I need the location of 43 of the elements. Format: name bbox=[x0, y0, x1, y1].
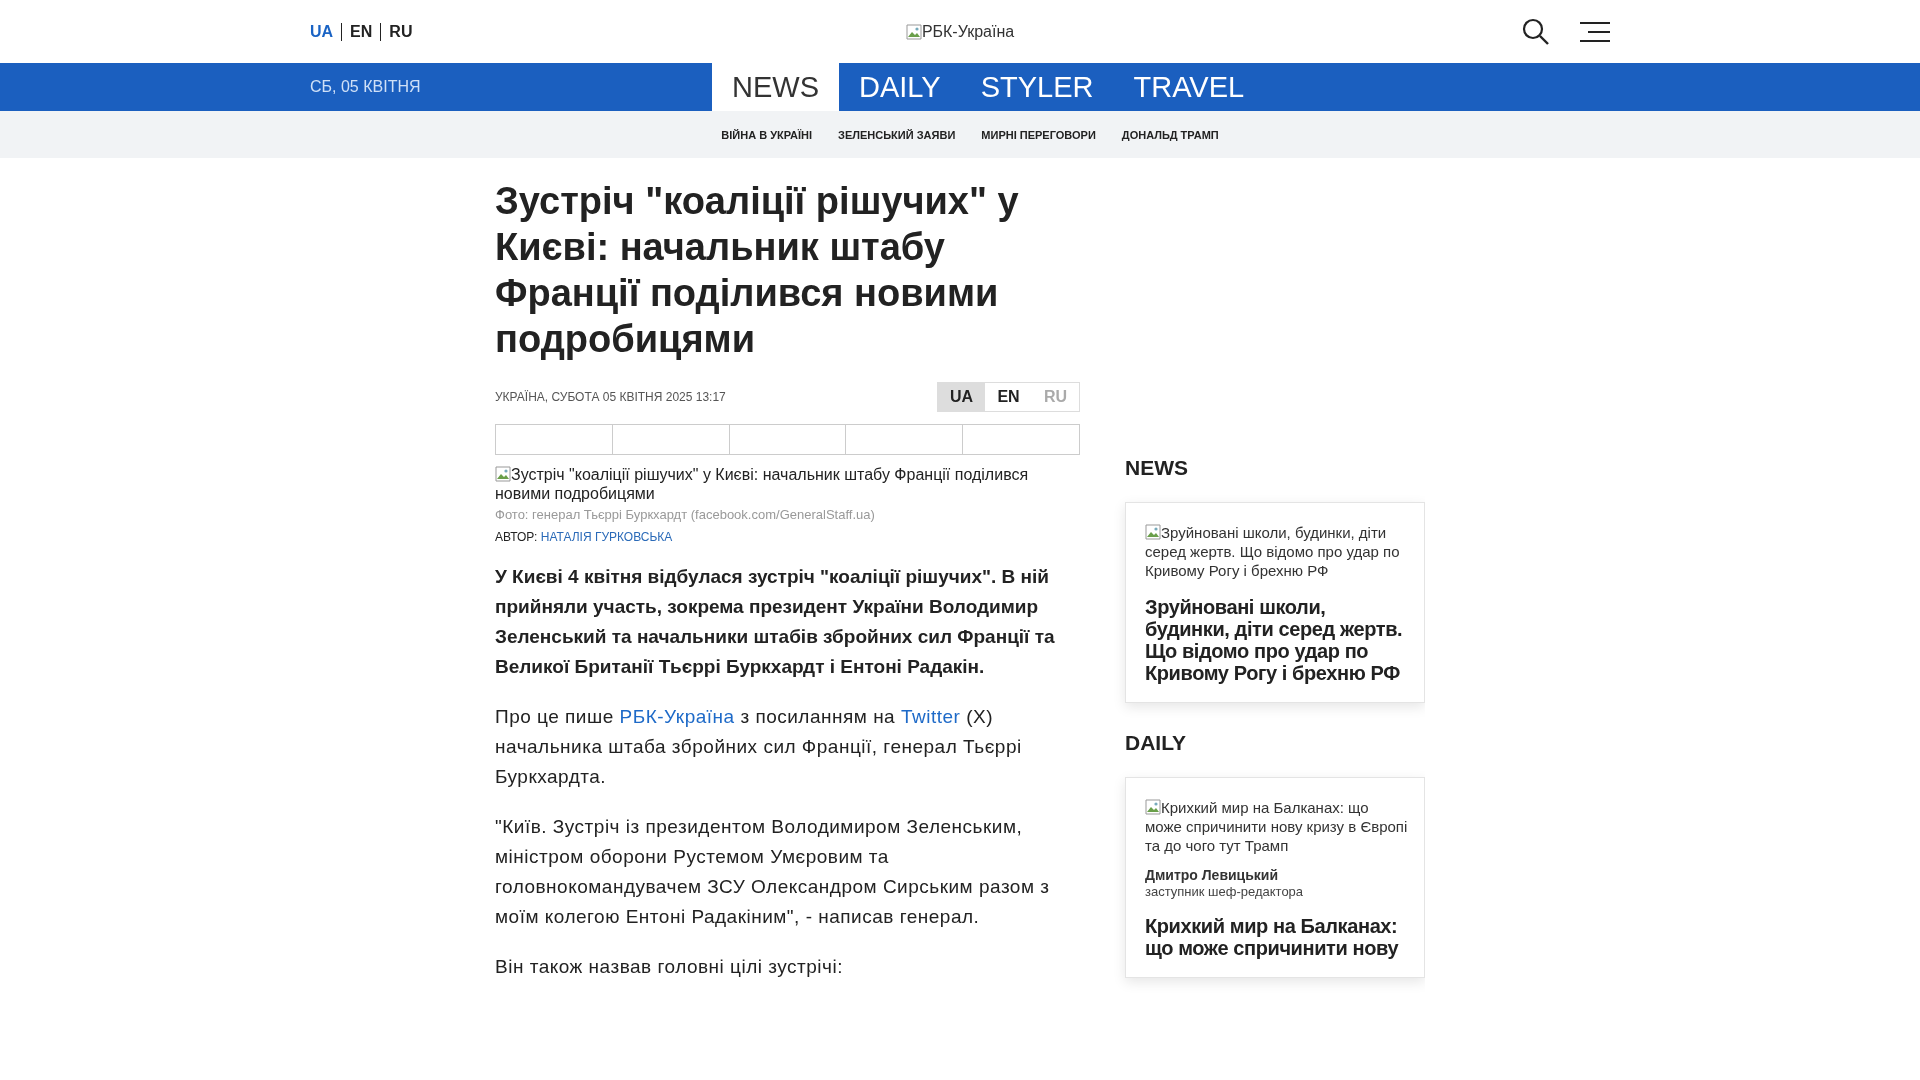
search-icon[interactable] bbox=[1522, 17, 1550, 46]
topic-link[interactable]: ВІЙНА В УКРАЇНІ bbox=[721, 128, 813, 141]
menu-icon[interactable] bbox=[1580, 20, 1610, 43]
broken-image-icon bbox=[1145, 524, 1161, 540]
topic-link[interactable]: ЗЕЛЕНСЬКИЙ ЗАЯВИ bbox=[838, 128, 956, 141]
language-button[interactable]: UA bbox=[938, 383, 985, 411]
language-link[interactable]: EN bbox=[341, 22, 381, 41]
author-role: заступник шеф-редактора bbox=[1145, 884, 1305, 899]
article-title: Зустріч "коаліції рішучих" у Києві: начальник штабу Франції поділився новими подробицями bbox=[495, 179, 1020, 362]
text-link[interactable]: Twitter bbox=[901, 706, 961, 727]
article-paragraph: "Київ. Зустріч із президентом Володимиром Зеленським, міністром оборони Рустемом Умєровим та головнокомандувачем ЗСУ Олександром Сирським разом з моїм колегою Ентоні Радакіним", - написав генерал. bbox=[495, 815, 1051, 929]
language-link[interactable]: RU bbox=[380, 22, 421, 41]
section-tab[interactable]: STYLER bbox=[960, 63, 1114, 111]
author-label: АВТОР: bbox=[495, 530, 538, 544]
section-tab[interactable]: DAILY bbox=[839, 63, 961, 111]
photo-caption: Фото: генерал Тьєррі Буркхардт (facebook.com/GeneralStaff.ua) bbox=[495, 507, 876, 522]
text-link[interactable]: РБК-Україна bbox=[619, 706, 735, 727]
logo-image[interactable]: РБК-Україна bbox=[905, 22, 1015, 41]
language-button[interactable]: EN bbox=[985, 383, 1032, 411]
language-link[interactable]: UA bbox=[310, 22, 342, 41]
topic-link[interactable]: МИРНІ ПЕРЕГОВОРИ bbox=[981, 128, 1096, 141]
section-heading: DAILY bbox=[1125, 731, 1188, 755]
news-image: Крихкий мир на Балканах: що може спричинити нову кризу в Європі та до чого тут Трамп bbox=[1145, 798, 1409, 855]
article-lead: У Києві 4 квітня відбулася зустріч "коаліції рішучих". В ній прийняли участь, зокрема президент України Володимир Зеленський та начальники штабів збройних сил Франції та Великої Британії Тьєррі Буркхардт і Ентоні Радакін. bbox=[495, 565, 1056, 679]
section-tab[interactable]: TRAVEL bbox=[1113, 63, 1265, 111]
news-image: Зруйновані школи, будинки, діти серед жертв. Що відомо про удар по Кривому Рогу і брехню РФ bbox=[1145, 523, 1401, 580]
date-label: СБ, 05 КВІТНЯ bbox=[310, 78, 422, 96]
article-paragraph: Він також назвав головні цілі зустрічі: bbox=[495, 955, 844, 979]
broken-image-icon bbox=[905, 23, 922, 40]
broken-image-icon bbox=[495, 466, 511, 482]
article-image: Зустріч "коаліції рішучих" у Києві: начальник штабу Франції поділився новими подробицями bbox=[495, 465, 1030, 503]
news-title: Зруйновані школи, будинки, діти серед жертв. Що відомо про удар по Кривому Рогу і брехню РФ bbox=[1145, 596, 1404, 684]
news-card[interactable]: Зруйновані школи, будинки, діти серед жертв. Що відомо про удар по Кривому Рогу і брехню РФ Зруйновані школи, будинки, діти серед жертв. Що відомо про удар по Кривому Рогу і брехню РФ bbox=[1125, 502, 1425, 703]
section-heading: NEWS bbox=[1125, 456, 1189, 480]
news-card[interactable]: Крихкий мир на Балканах: що може спричинити нову кризу в Європі та до чого тут Трамп Дмитро Левицький заступник шеф-редактора Крихкий мир на Балканах: що може спричинити нову bbox=[1125, 777, 1425, 978]
author-link[interactable]: НАТАЛІЯ ГУРКОВСЬКА bbox=[540, 530, 673, 544]
author-name: Дмитро Левицький bbox=[1145, 867, 1280, 883]
broken-image-icon bbox=[1145, 799, 1161, 815]
section-tab[interactable]: NEWS bbox=[712, 63, 839, 111]
article-dateline: УКРАЇНА, СУБОТА 05 КВІТНЯ 2025 13:17 bbox=[495, 390, 726, 404]
news-title: Крихкий мир на Балканах: що може спричинити нову bbox=[1145, 915, 1400, 959]
article-paragraph: Про це пише РБК-Україна з посиланням на Twitter (X) начальника штаба збройних сил Франції, генерал Тьєррі Буркхардта. bbox=[495, 705, 1023, 789]
topic-link[interactable]: ДОНАЛЬД ТРАМП bbox=[1121, 128, 1219, 141]
